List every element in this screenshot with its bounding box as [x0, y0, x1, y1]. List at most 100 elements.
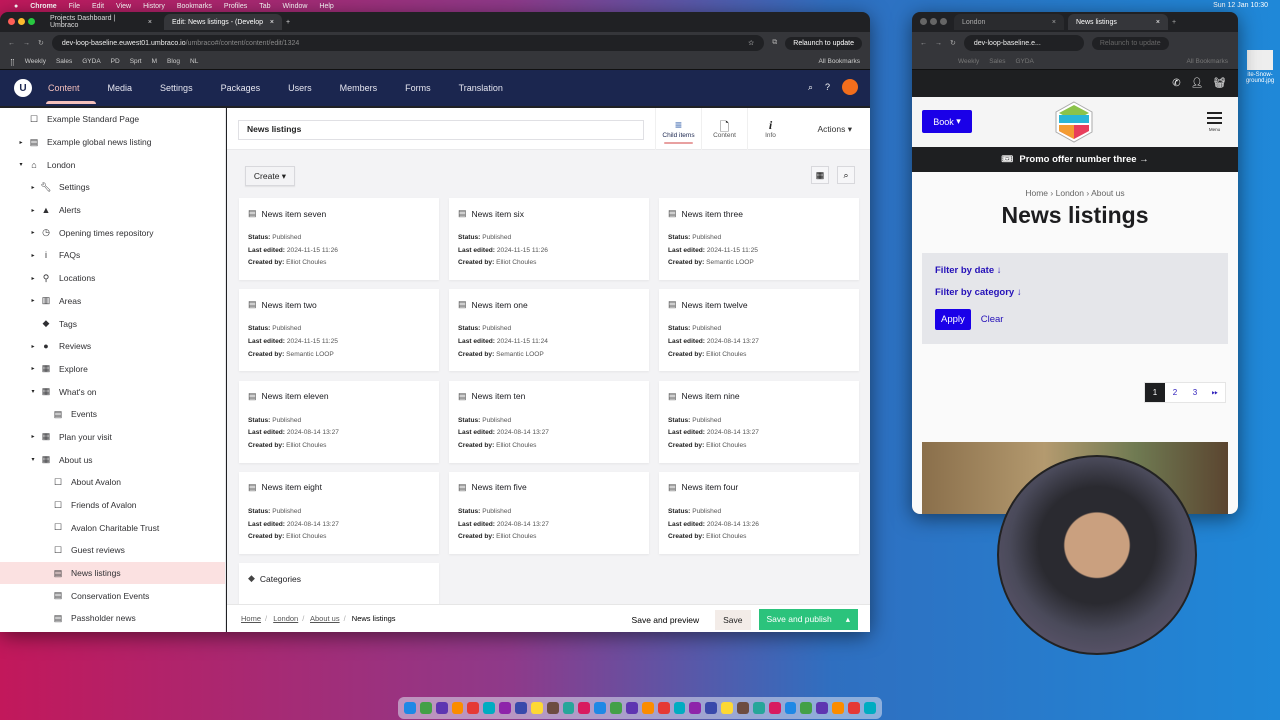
- page-3[interactable]: 3: [1185, 383, 1205, 402]
- back-icon[interactable]: ←: [920, 40, 927, 47]
- menu-bookmarks[interactable]: Bookmarks: [177, 3, 212, 10]
- all-bookmarks[interactable]: All Bookmarks: [818, 58, 860, 65]
- tree-item[interactable]: ☐ Friends of Avalon: [0, 494, 225, 517]
- child-item-card[interactable]: ▤ News item four Status: Published Last edi…: [659, 471, 859, 554]
- menu-file[interactable]: File: [69, 3, 80, 10]
- back-icon[interactable]: ←: [8, 40, 15, 47]
- apply-button[interactable]: Apply: [935, 309, 971, 330]
- apple-icon[interactable]: ●: [14, 3, 18, 10]
- close-icon[interactable]: ×: [270, 19, 274, 26]
- create-button[interactable]: Create ▾: [245, 166, 295, 186]
- browser-tab[interactable]: London ×: [954, 14, 1064, 30]
- breadcrumb-home[interactable]: Home: [241, 614, 261, 623]
- expand-arrow-icon[interactable]: ▸: [27, 252, 39, 259]
- child-item-card[interactable]: ▤ News item five Status: Published Last edi…: [449, 471, 649, 554]
- bookmark-folder[interactable]: GYDA: [82, 58, 100, 65]
- dock-app-icon[interactable]: [832, 702, 845, 714]
- expand-arrow-icon[interactable]: ▾: [27, 456, 39, 463]
- extensions-icon[interactable]: ⧉: [772, 39, 777, 47]
- bookmark-folder[interactable]: NL: [190, 58, 198, 65]
- menu-history[interactable]: History: [143, 3, 165, 10]
- search-icon[interactable]: ⌕: [808, 82, 813, 93]
- browser-tab-active[interactable]: News listings ×: [1068, 14, 1168, 30]
- dock-app-icon[interactable]: [499, 702, 512, 714]
- dock-app-icon[interactable]: [848, 702, 860, 714]
- expand-arrow-icon[interactable]: ▸: [27, 184, 39, 191]
- node-name-input[interactable]: News listings: [238, 120, 644, 140]
- clock[interactable]: Sun 12 Jan 10:30: [1213, 2, 1268, 9]
- dock-app-icon[interactable]: [483, 702, 496, 714]
- expand-arrow-icon[interactable]: ▸: [27, 297, 39, 304]
- section-packages[interactable]: Packages: [221, 83, 275, 93]
- dock-app-icon[interactable]: [546, 702, 559, 714]
- tree-item[interactable]: ▤ Conservation Events: [0, 584, 225, 607]
- expand-arrow-icon[interactable]: ▸: [27, 275, 39, 282]
- bookmark-folder[interactable]: Sales: [56, 58, 72, 65]
- menu-profiles[interactable]: Profiles: [224, 3, 247, 10]
- expand-arrow-icon[interactable]: ▸: [27, 365, 39, 372]
- url-input[interactable]: dev-loop-baseline.e...: [963, 35, 1084, 51]
- tree-item[interactable]: ▾ ⌂ London: [0, 153, 225, 176]
- save-button[interactable]: Save: [715, 609, 751, 630]
- tree-item[interactable]: ▤ Passholder news: [0, 607, 225, 630]
- save-publish-button[interactable]: Save and publish ▴: [758, 609, 858, 630]
- new-tab-icon[interactable]: +: [1172, 19, 1176, 26]
- child-item-card[interactable]: ▤ News item three Status: Published Last ed…: [659, 198, 859, 280]
- promo-banner[interactable]: 🎟︎ Promo offer number three →: [912, 147, 1238, 172]
- avatar[interactable]: [842, 79, 858, 95]
- all-bookmarks[interactable]: All Bookmarks: [1186, 58, 1228, 65]
- caret-up-icon[interactable]: ▴: [846, 614, 850, 625]
- dock-app-icon[interactable]: [705, 702, 718, 714]
- dock-app-icon[interactable]: [626, 702, 638, 714]
- grid-view-icon[interactable]: ▦: [811, 166, 829, 184]
- child-item-card[interactable]: ▤ News item eleven Status: Published Last e…: [239, 380, 439, 463]
- tree-item[interactable]: ☐ Example Standard Page: [0, 108, 225, 131]
- tree-item[interactable]: ▸ ▲ Alerts: [0, 199, 225, 222]
- page-1[interactable]: 1: [1145, 383, 1165, 402]
- search-icon[interactable]: ⌕: [837, 166, 855, 184]
- expand-arrow-icon[interactable]: ▸: [27, 433, 39, 440]
- dock-app-icon[interactable]: [530, 702, 543, 714]
- url-input[interactable]: dev-loop-baseline.euwest01.umbraco.io/um…: [51, 35, 765, 51]
- expand-arrow-icon[interactable]: ▸: [27, 229, 39, 236]
- dock-app-icon[interactable]: [578, 702, 591, 714]
- close-icon[interactable]: ×: [1052, 19, 1056, 26]
- user-icon[interactable]: 👤︎: [1191, 78, 1204, 89]
- save-preview-button[interactable]: Save and preview: [632, 615, 700, 625]
- section-users[interactable]: Users: [288, 83, 326, 93]
- filter-by-date[interactable]: Filter by date ↓: [935, 265, 1215, 276]
- dock-app-icon[interactable]: [752, 702, 765, 714]
- child-item-card[interactable]: ▤ News item one Status: Published Last edit…: [449, 289, 649, 372]
- last-page-icon[interactable]: ⏩︎: [1205, 383, 1225, 402]
- menu-window[interactable]: Window: [283, 3, 308, 10]
- dock-app-icon[interactable]: [404, 702, 416, 714]
- menu-help[interactable]: Help: [319, 3, 333, 10]
- reload-icon[interactable]: ↻: [38, 39, 44, 47]
- tree-item[interactable]: ▾ ▦ What's on: [0, 380, 225, 403]
- child-item-card[interactable]: ▤ News item eight Status: Published Last ed…: [239, 471, 439, 554]
- relaunch-button[interactable]: Relaunch to update: [785, 36, 862, 50]
- actions-button[interactable]: Actions ▾: [817, 124, 852, 135]
- browser-tab-active[interactable]: Edit: News listings - (Develop ×: [164, 14, 282, 30]
- dock-app-icon[interactable]: [768, 702, 781, 714]
- dock-app-icon[interactable]: [689, 702, 702, 714]
- page-2[interactable]: 2: [1165, 383, 1185, 402]
- forward-icon[interactable]: →: [935, 40, 942, 47]
- reload-icon[interactable]: ↻: [950, 39, 956, 47]
- close-icon[interactable]: ×: [1156, 19, 1160, 26]
- new-tab-icon[interactable]: +: [286, 19, 290, 26]
- bookmark[interactable]: M: [152, 58, 157, 65]
- bookmark-folder[interactable]: GYDA: [1015, 58, 1033, 65]
- breadcrumb-about-us[interactable]: About us: [310, 614, 340, 623]
- tree-item[interactable]: ☐ Avalon Charitable Trust: [0, 516, 225, 539]
- tab-child-items[interactable]: ≡ Child items: [655, 108, 701, 150]
- tab-info[interactable]: i Info: [747, 108, 793, 150]
- section-content[interactable]: Content: [46, 83, 96, 104]
- dock-app-icon[interactable]: [594, 702, 607, 714]
- dock-app-icon[interactable]: [737, 702, 749, 714]
- dock-app-icon[interactable]: [816, 702, 829, 714]
- dock-app-icon[interactable]: [610, 702, 623, 714]
- dock-app-icon[interactable]: [721, 702, 734, 714]
- menu-view[interactable]: View: [116, 3, 131, 10]
- expand-arrow-icon[interactable]: ▾: [27, 388, 39, 395]
